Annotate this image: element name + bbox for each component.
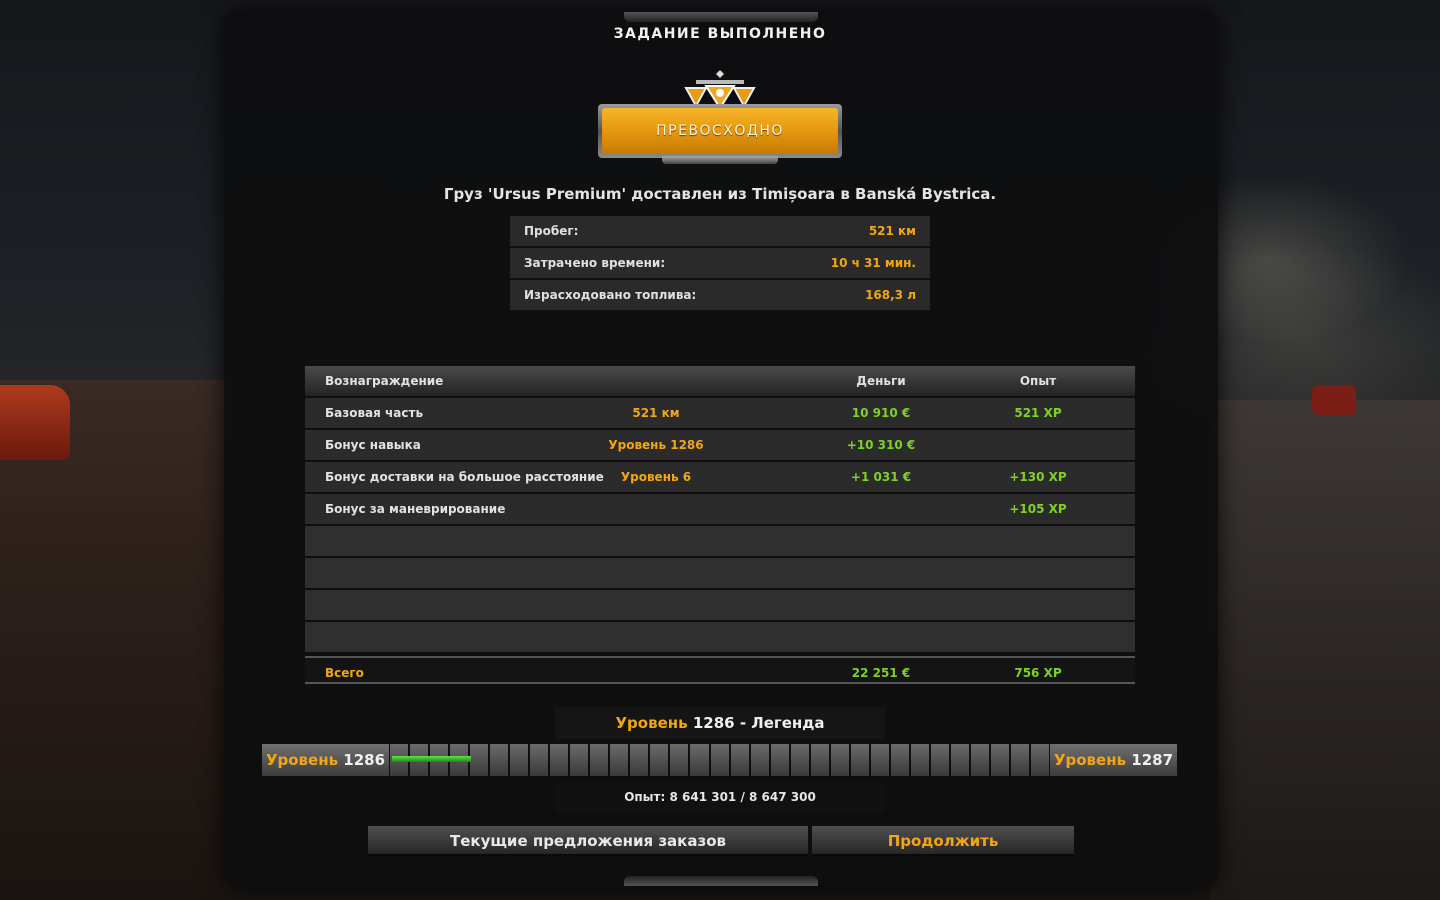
next-level-box: Уровень 1287 xyxy=(1050,744,1177,776)
progress-segment xyxy=(510,744,529,776)
continue-button[interactable]: Продолжить xyxy=(812,826,1074,856)
next-level-label: Уровень xyxy=(1053,751,1127,769)
reward-name: Бонус за маневрирование xyxy=(325,502,506,516)
rating-plate-foot xyxy=(662,156,778,164)
reward-money xyxy=(821,494,941,524)
current-level-box: Уровень 1286 xyxy=(262,744,389,776)
stat-value: 168,3 л xyxy=(865,288,916,302)
table-row-empty xyxy=(305,590,1135,620)
total-money: 22 251 € xyxy=(851,666,911,680)
level-title: Уровень 1286 - Легенда xyxy=(555,707,885,739)
progress-segment xyxy=(870,744,889,776)
level-title-rank: - Легенда xyxy=(739,714,825,732)
reward-name: Бонус навыка xyxy=(325,438,421,452)
progress-segment xyxy=(930,744,949,776)
progress-segment xyxy=(850,744,869,776)
progress-segment xyxy=(490,744,509,776)
reward-detail: Уровень 1286 xyxy=(608,438,704,452)
window-title: ЗАДАНИЕ ВЫПОЛНЕНО xyxy=(613,26,827,42)
rating-label: ПРЕВОСХОДНО xyxy=(602,108,838,154)
table-row: Бонус доставки на большое расстояние Уро… xyxy=(305,462,1135,492)
progress-segment xyxy=(830,744,849,776)
stat-value: 10 ч 31 мин. xyxy=(830,256,916,270)
current-level-label: Уровень xyxy=(265,751,339,769)
progress-segment xyxy=(610,744,629,776)
reward-money: 10 910 € xyxy=(851,406,911,420)
stat-row-time: Затрачено времени: 10 ч 31 мин. xyxy=(510,248,930,278)
progress-segment xyxy=(770,744,789,776)
table-row: Базовая часть 521 км 10 910 € 521 XP xyxy=(305,398,1135,428)
experience-progress-fill xyxy=(392,756,471,762)
next-level-number: 1287 xyxy=(1131,751,1174,769)
progress-segment xyxy=(710,744,729,776)
table-row: Бонус за маневрирование +105 XP xyxy=(305,494,1135,524)
reward-money: +10 310 € xyxy=(846,438,916,452)
reward-name: Базовая часть xyxy=(325,406,424,420)
progress-segment xyxy=(1010,744,1029,776)
progress-segment xyxy=(690,744,709,776)
reward-detail: 521 км xyxy=(632,406,680,420)
stat-label: Израсходовано топлива: xyxy=(524,288,697,302)
level-title-prefix: Уровень xyxy=(615,714,688,732)
current-level-number: 1286 xyxy=(343,751,386,769)
current-offers-button[interactable]: Текущие предложения заказов xyxy=(368,826,808,856)
progress-segment xyxy=(810,744,829,776)
distant-car xyxy=(1312,385,1356,415)
cargo-delivered-text: Груз 'Ursus Premium' доставлен из Timișo… xyxy=(443,185,997,203)
total-label: Всего xyxy=(325,666,364,680)
trip-stats: Пробег: 521 км Затрачено времени: 10 ч 3… xyxy=(510,216,930,312)
experience-text: Опыт: 8 641 301 / 8 647 300 xyxy=(555,782,885,812)
road-right xyxy=(1210,400,1440,900)
progress-segment xyxy=(570,744,589,776)
reward-xp xyxy=(977,430,1099,460)
stat-row-distance: Пробег: 521 км xyxy=(510,216,930,246)
table-row-empty xyxy=(305,558,1135,588)
rating-badge: ПРЕВОСХОДНО xyxy=(598,68,842,164)
table-row: Бонус навыка Уровень 1286 +10 310 € xyxy=(305,430,1135,460)
progress-segment xyxy=(790,744,809,776)
table-row-empty xyxy=(305,622,1135,652)
table-row-empty xyxy=(305,526,1135,556)
progress-segment xyxy=(590,744,609,776)
rewards-total-row: Всего 22 251 € 756 XP xyxy=(305,656,1135,684)
progress-segment xyxy=(970,744,989,776)
progress-segment xyxy=(990,744,1009,776)
progress-segment xyxy=(1031,744,1050,776)
progress-segment xyxy=(530,744,549,776)
progress-segment xyxy=(650,744,669,776)
progress-segment xyxy=(470,744,489,776)
reward-money: +1 031 € xyxy=(850,470,912,484)
reward-xp: +105 XP xyxy=(1009,502,1067,516)
stat-label: Затрачено времени: xyxy=(524,256,666,270)
panel-bottom-notch xyxy=(624,876,818,886)
reward-detail xyxy=(555,494,757,524)
reward-xp: 521 XP xyxy=(1014,406,1062,420)
rating-plate: ПРЕВОСХОДНО xyxy=(598,104,842,158)
stat-value: 521 км xyxy=(868,224,916,238)
progress-segment xyxy=(630,744,649,776)
level-title-number: 1286 xyxy=(692,714,735,732)
progress-segment xyxy=(910,744,929,776)
red-car xyxy=(0,385,70,460)
panel-top-notch xyxy=(624,12,818,22)
header-money: Деньги xyxy=(856,374,906,388)
total-xp: 756 XP xyxy=(1014,666,1062,680)
reward-detail: Уровень 6 xyxy=(620,470,692,484)
header-reward: Вознаграждение xyxy=(325,374,444,388)
stat-row-fuel: Израсходовано топлива: 168,3 л xyxy=(510,280,930,310)
stat-label: Пробег: xyxy=(524,224,579,238)
progress-segment xyxy=(670,744,689,776)
header-xp: Опыт xyxy=(1019,374,1057,388)
reward-xp: +130 XP xyxy=(1009,470,1067,484)
progress-segment xyxy=(890,744,909,776)
progress-segment xyxy=(950,744,969,776)
progress-segment xyxy=(550,744,569,776)
progress-segment xyxy=(730,744,749,776)
rewards-table: Вознаграждение Деньги Опыт Базовая часть… xyxy=(305,366,1135,684)
experience-progress-bar xyxy=(390,744,1050,776)
progress-segment xyxy=(750,744,769,776)
rewards-header: Вознаграждение Деньги Опыт xyxy=(305,366,1135,396)
